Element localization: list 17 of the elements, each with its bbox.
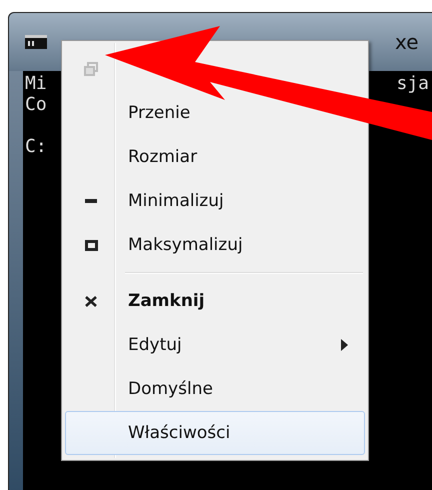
menu-item[interactable]: Domyślne — [65, 367, 365, 411]
maximize-icon — [84, 240, 98, 250]
menu-item[interactable]: Edytuj — [65, 323, 365, 367]
console-text: C: — [25, 136, 47, 157]
menu-item[interactable]: Minimalizuj — [65, 179, 365, 223]
menu-item[interactable]: Maksymalizuj — [65, 223, 365, 267]
submenu-arrow-icon — [341, 339, 348, 351]
console-icon — [25, 35, 47, 49]
close-icon — [85, 296, 97, 306]
console-text: sja — [396, 73, 429, 94]
console-text: Mi — [25, 73, 47, 94]
restore-icon — [84, 62, 98, 76]
console-text: Co — [25, 94, 47, 115]
window-title: xe — [395, 30, 419, 54]
menu-item[interactable]: Właściwości — [65, 411, 365, 455]
minimize-icon — [85, 199, 97, 203]
menu-item[interactable]: Zamknij — [65, 279, 365, 323]
